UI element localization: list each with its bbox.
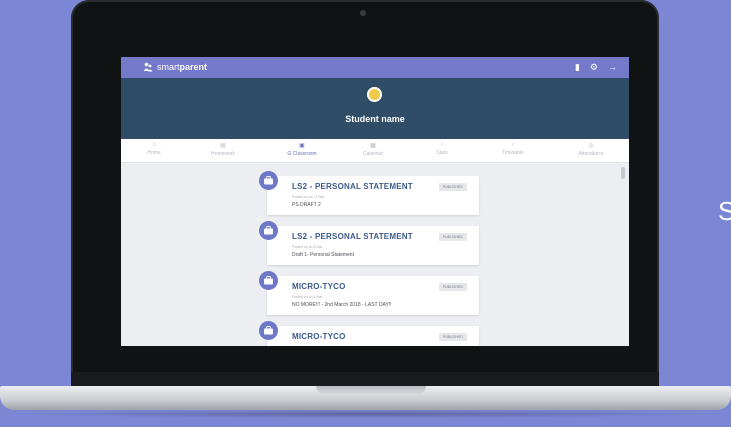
stats-icon: ▫ xyxy=(440,142,444,148)
classroom-feed: LS2 - PERSONAL STATEMENT Posted on on 27… xyxy=(121,163,629,346)
student-name: Student name xyxy=(345,114,405,124)
assignment-card[interactable]: MICRO-TYCO Posted on on 1 Mar NO MORE!!!… xyxy=(259,271,479,315)
classroom-icon: ▣ xyxy=(299,143,305,149)
tab-bar: ⌂ Home ▤ Homework ▣ G Classroom ▦ Calend… xyxy=(121,139,629,163)
logo-text: smartparent xyxy=(157,62,208,72)
tab-home[interactable]: ⌂ Home xyxy=(124,142,184,156)
status-badge: PUBLISHED xyxy=(438,233,467,241)
top-actions: ▮ ⚙ → xyxy=(575,62,617,72)
tab-g-classroom[interactable]: ▣ G Classroom xyxy=(272,142,332,157)
card-meta: Posted on on 6 Mar xyxy=(292,245,323,249)
family-icon xyxy=(143,62,153,72)
tab-label: G Classroom xyxy=(287,151,317,157)
calendar-icon: ▦ xyxy=(370,143,376,149)
book-icon[interactable]: ▮ xyxy=(575,62,580,72)
briefcase-icon xyxy=(259,221,278,240)
tab-label: Timetable xyxy=(502,150,524,156)
briefcase-icon xyxy=(259,171,278,190)
app-logo[interactable]: smartparent xyxy=(143,62,207,72)
assignment-card[interactable]: LS2 - PERSONAL STATEMENT Posted on on 6 … xyxy=(259,221,479,265)
status-badge: PUBLISHED xyxy=(438,333,467,341)
tab-label: Attendance xyxy=(578,151,604,157)
student-avatar[interactable] xyxy=(367,87,382,102)
card-subtitle: Draft 1- Personal Statement xyxy=(292,252,354,258)
logout-icon[interactable]: → xyxy=(608,62,617,72)
home-icon: ⌂ xyxy=(152,142,156,148)
card-subtitle: PS DRAFT 2 xyxy=(292,202,321,208)
tab-attendance[interactable]: ◎ Attendance xyxy=(561,142,621,157)
status-badge: PUBLISHED xyxy=(438,183,467,191)
scrollbar[interactable] xyxy=(621,167,625,179)
webcam xyxy=(360,10,366,16)
card-title: MICRO-TYCO xyxy=(292,332,346,341)
top-bar: smartparent ▮ ⚙ → xyxy=(121,57,629,78)
side-text: S xyxy=(718,196,731,226)
tab-label: Stats xyxy=(436,150,448,156)
tab-calendar[interactable]: ▦ Calendar xyxy=(343,142,403,157)
briefcase-icon xyxy=(259,321,278,340)
homework-icon: ▤ xyxy=(220,143,226,149)
attendance-icon: ◎ xyxy=(588,143,594,149)
tab-label: Calendar xyxy=(362,151,384,157)
card-meta: Posted on on 1 Mar xyxy=(292,295,323,299)
laptop-screen: smartparent ▮ ⚙ → Student name ⌂ Home ▤ … xyxy=(121,57,629,346)
assignment-card[interactable]: MICRO-TYCO PUBLISHED xyxy=(259,321,479,346)
assignment-card[interactable]: LS2 - PERSONAL STATEMENT Posted on on 27… xyxy=(259,171,479,215)
base-shadow xyxy=(20,410,711,418)
timetable-icon: ▫ xyxy=(511,142,515,148)
status-badge: PUBLISHED xyxy=(438,283,467,291)
gear-icon[interactable]: ⚙ xyxy=(590,62,598,72)
card-meta: Posted on on 27 Mar xyxy=(292,195,325,199)
card-title: LS2 - PERSONAL STATEMENT xyxy=(292,182,413,191)
tab-label: Home xyxy=(147,150,161,156)
tab-homework[interactable]: ▤ Homework xyxy=(193,142,253,157)
tab-timetable[interactable]: ▫ Timetable xyxy=(483,142,543,156)
card-title: LS2 - PERSONAL STATEMENT xyxy=(292,232,413,241)
tab-stats[interactable]: ▫ Stats xyxy=(412,142,472,156)
card-title: MICRO-TYCO xyxy=(292,282,346,291)
tab-label: Homework xyxy=(211,151,235,157)
laptop-notch xyxy=(316,386,426,394)
student-header: Student name xyxy=(121,78,629,139)
briefcase-icon xyxy=(259,271,278,290)
card-subtitle: NO MORE!!! - 2nd March 2018 - LAST DAY!! xyxy=(292,302,392,308)
